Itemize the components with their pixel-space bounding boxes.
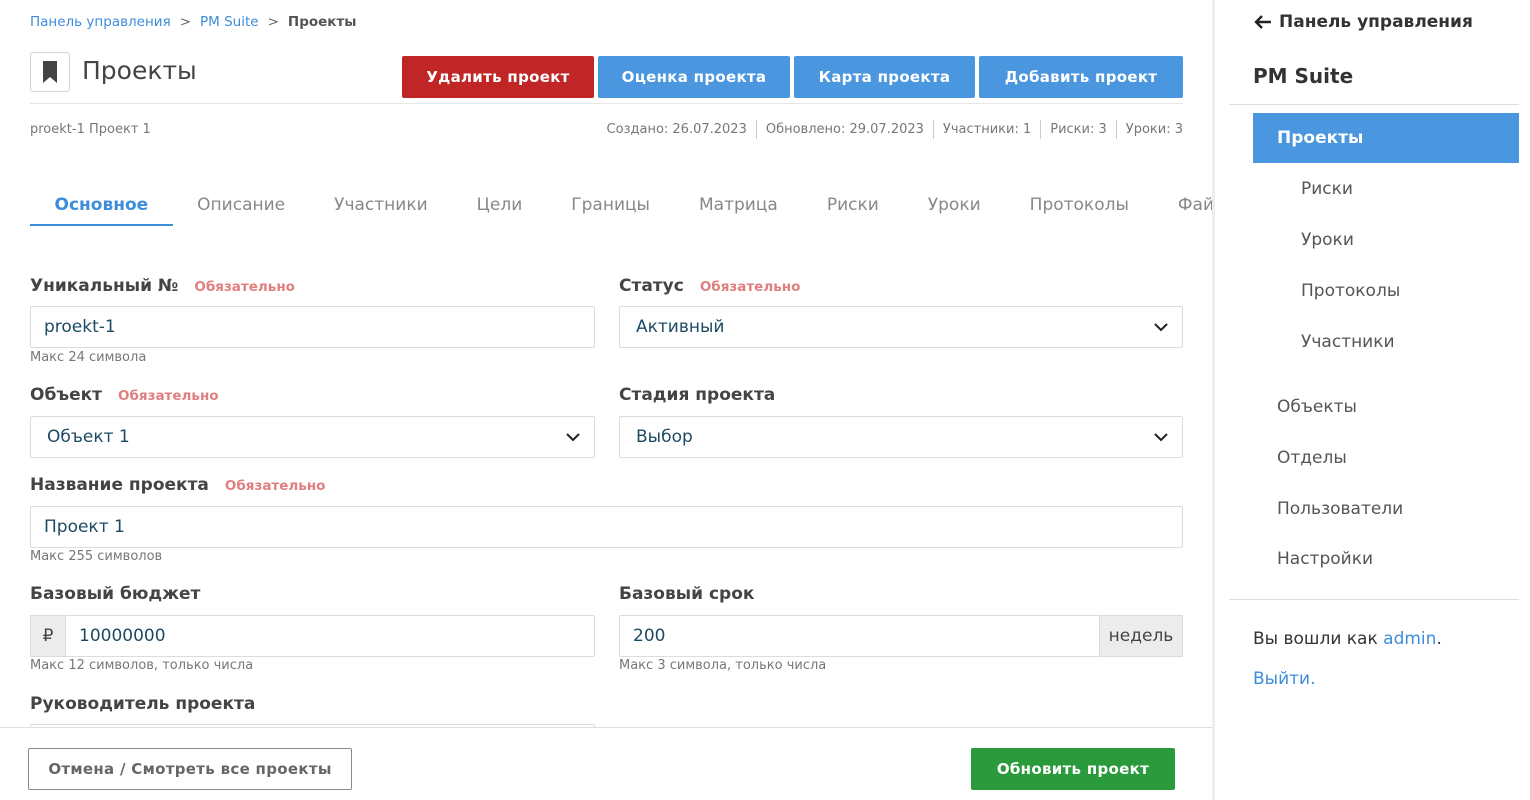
page-title: Проекты [82,56,197,85]
sidebar-back-label: Панель управления [1279,12,1473,32]
stage-select-value: Выбор [636,427,693,447]
project-name-hint: Макс 255 символов [30,549,163,564]
sidebar-divider [1229,599,1519,600]
sidebar-divider [1229,104,1519,105]
main-content: Панель управления > PM Suite > Проекты П… [0,0,1212,800]
logged-in-suffix: . [1436,629,1442,649]
form-footer: Отмена / Смотреть все проекты Обновить п… [0,727,1212,800]
meta-participants: Участники: 1 [932,120,1040,139]
sidebar-title: PM Suite [1253,64,1354,88]
status-select[interactable]: Активный [619,306,1183,348]
meta-lessons: Уроки: 3 [1115,120,1183,139]
project-meta: Создано: 26.07.2023 Обновлено: 29.07.202… [607,120,1183,139]
meta-updated: Обновлено: 29.07.2023 [755,120,933,139]
tab-risks[interactable]: Риски [802,188,903,226]
add-project-button[interactable]: Добавить проект [979,56,1183,98]
sidebar: Панель управления PM Suite Проекты Риски… [1212,0,1530,800]
tab-participants[interactable]: Участники [310,188,453,226]
project-map-button[interactable]: Карта проекта [794,56,975,98]
object-label: Объект Обязательно [30,385,219,405]
chevron-down-icon [1154,323,1168,332]
required-badge: Обязательно [118,388,219,404]
sidebar-item-objects[interactable]: Объекты [1277,397,1357,417]
required-badge: Обязательно [194,279,295,295]
term-input[interactable]: 200 [619,615,1100,657]
breadcrumb-pm-suite-link[interactable]: PM Suite [200,14,259,30]
logged-in-text: Вы вошли как admin. [1253,629,1442,649]
breadcrumb-current: Проекты [287,14,357,30]
arrow-left-icon [1254,15,1271,29]
project-name-label-text: Название проекта [30,475,209,495]
sidebar-item-projects[interactable]: Проекты [1253,113,1519,163]
unique-no-input[interactable]: proekt-1 [30,306,595,348]
project-identifier: proekt-1 Проект 1 [30,122,151,137]
logged-in-prefix: Вы вошли как [1253,629,1378,649]
sidebar-item-protocols[interactable]: Протоколы [1301,281,1400,301]
tab-lessons[interactable]: Уроки [903,188,1005,226]
update-project-button[interactable]: Обновить проект [971,748,1175,790]
chevron-down-icon [1154,433,1168,442]
sidebar-back-link[interactable]: Панель управления [1253,12,1473,32]
status-label: Статус Обязательно [619,276,800,296]
unique-no-hint: Макс 24 символа [30,350,147,365]
header-divider [30,103,1183,104]
status-label-text: Статус [619,276,684,296]
breadcrumb: Панель управления > PM Suite > Проекты [30,14,356,30]
term-label: Базовый срок [619,584,754,604]
manager-label: Руководитель проекта [30,694,255,714]
tab-description[interactable]: Описание [173,188,310,226]
sidebar-item-settings[interactable]: Настройки [1277,549,1373,569]
breadcrumb-separator: > [267,14,279,30]
object-select[interactable]: Объект 1 [30,416,595,458]
term-hint: Макс 3 символа, только числа [619,658,827,673]
tab-goals[interactable]: Цели [452,188,547,226]
cancel-button[interactable]: Отмена / Смотреть все проекты [28,748,352,790]
stage-label-text: Стадия проекта [619,385,776,405]
budget-label-text: Базовый бюджет [30,584,201,604]
status-select-value: Активный [636,317,725,337]
tab-bar: Основное Описание Участники Цели Границы… [30,188,1212,226]
unique-no-label-text: Уникальный № [30,276,179,296]
breadcrumb-separator: > [179,14,192,30]
budget-input[interactable]: 10000000 [65,615,595,657]
required-badge: Обязательно [699,279,801,295]
object-select-value: Объект 1 [47,427,130,447]
delete-project-button[interactable]: Удалить проект [402,56,594,98]
sidebar-item-departments[interactable]: Отделы [1277,448,1347,468]
stage-label: Стадия проекта [619,385,775,405]
tab-protocols[interactable]: Протоколы [1005,188,1153,226]
manager-label-text: Руководитель проекта [30,694,256,714]
project-name-input[interactable]: Проект 1 [30,506,1183,548]
sidebar-item-lessons[interactable]: Уроки [1301,230,1354,250]
meta-risks: Риски: 3 [1040,120,1116,139]
tab-file[interactable]: Файл [1153,188,1212,226]
meta-created: Создано: 26.07.2023 [606,122,747,137]
tab-matrix[interactable]: Матрица [674,188,802,226]
logout-link[interactable]: Выйти. [1253,669,1316,689]
sidebar-item-risks[interactable]: Риски [1301,179,1353,199]
stage-select[interactable]: Выбор [619,416,1183,458]
required-badge: Обязательно [224,478,326,494]
project-name-label: Название проекта Обязательно [30,475,325,495]
user-link[interactable]: admin [1383,629,1436,649]
tab-main[interactable]: Основное [30,188,173,226]
evaluate-project-button[interactable]: Оценка проекта [598,56,790,98]
bookmark-icon [30,52,70,92]
sidebar-item-users[interactable]: Пользователи [1277,499,1403,519]
unique-no-label: Уникальный № Обязательно [30,276,295,296]
object-label-text: Объект [30,385,103,405]
ruble-icon: ₽ [30,615,66,657]
term-unit-suffix: недель [1099,615,1183,657]
tab-scope[interactable]: Границы [547,188,675,226]
chevron-down-icon [566,433,580,442]
budget-label: Базовый бюджет [30,584,200,604]
budget-hint: Макс 12 символов, только числа [30,658,254,673]
term-label-text: Базовый срок [619,584,755,604]
sidebar-item-participants[interactable]: Участники [1301,332,1395,352]
breadcrumb-dashboard-link[interactable]: Панель управления [30,14,171,30]
